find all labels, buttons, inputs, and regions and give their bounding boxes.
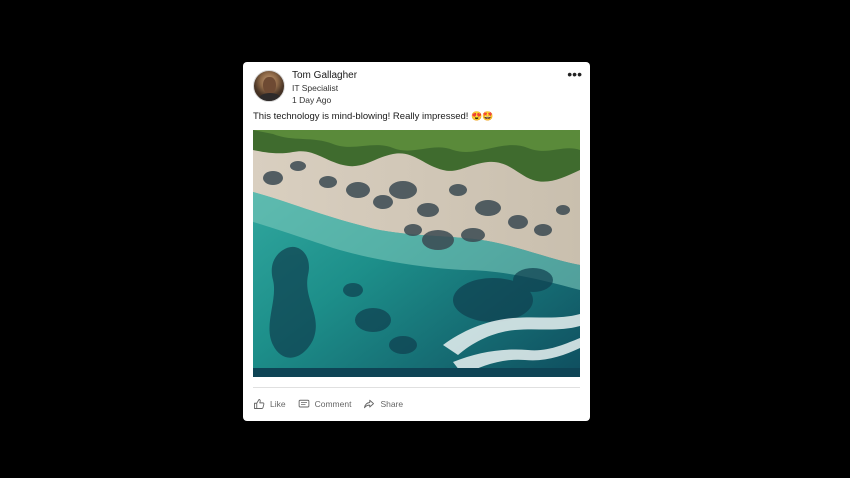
post-image[interactable] [253,130,580,377]
like-button[interactable]: Like [253,398,286,410]
comment-icon [298,399,309,408]
post-text: This technology is mind-blowing! Really … [253,111,494,122]
author-title: IT Specialist [292,83,339,93]
avatar-body [258,93,282,101]
author-name[interactable]: Tom Gallagher [292,70,357,81]
avatar[interactable] [253,70,285,102]
actions-divider [253,387,580,388]
like-label: Like [270,399,286,409]
aerial-beach-photo-icon [253,130,580,377]
share-button[interactable]: Share [363,398,403,410]
post-card: Tom Gallagher IT Specialist 1 Day Ago ••… [243,62,590,421]
post-header: Tom Gallagher IT Specialist 1 Day Ago ••… [253,66,582,110]
post-actions: Like Comment Share [253,395,415,413]
post-text-body: This technology is mind-blowing! Really … [253,111,469,122]
comment-label: Comment [314,399,352,409]
more-options-icon[interactable]: ••• [567,66,582,82]
thumbs-up-icon [254,399,265,409]
avatar-face [263,77,276,94]
share-label: Share [380,399,404,409]
post-timestamp: 1 Day Ago [292,95,332,105]
share-icon [364,399,375,409]
comment-button[interactable]: Comment [298,398,352,410]
post-emojis: 😍🤩 [471,111,494,121]
